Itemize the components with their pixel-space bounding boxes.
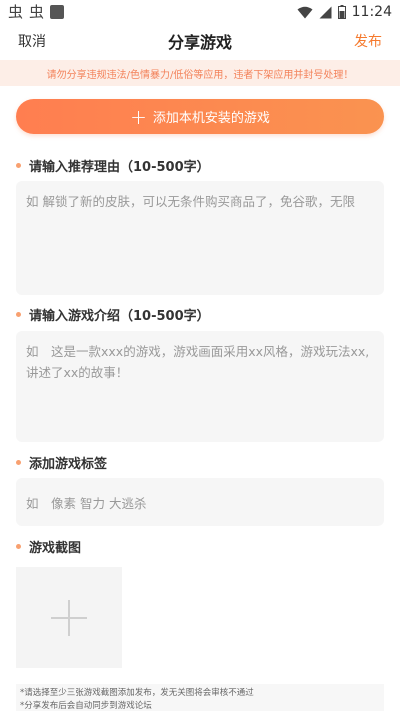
status-bar-right: 11:24 bbox=[297, 4, 392, 20]
notification-icon: 虫 bbox=[29, 2, 45, 21]
intro-placeholder: 如 这是一款xxx的游戏，游戏画面采用xx风格，游戏玩法xx,讲述了xx的故事！ bbox=[26, 344, 370, 380]
publish-button[interactable]: 发布 bbox=[354, 31, 382, 51]
add-screenshot-button[interactable] bbox=[16, 567, 122, 668]
screenshots-section-label: 游戏截图 bbox=[16, 537, 81, 556]
reason-textarea[interactable]: 如 解锁了新的皮肤，可以无条件购买商品了，免谷歌，无限 bbox=[16, 181, 384, 295]
tags-label-text: 添加游戏标签 bbox=[29, 457, 108, 472]
status-bar: 虫 虫 11:24 bbox=[0, 0, 400, 24]
tags-input[interactable]: 如 像素 智力 大逃杀 bbox=[16, 478, 384, 526]
bullet-dot-icon bbox=[16, 460, 21, 465]
intro-textarea[interactable]: 如 这是一款xxx的游戏，游戏画面采用xx风格，游戏玩法xx,讲述了xx的故事！ bbox=[16, 331, 384, 442]
bullet-dot-icon bbox=[16, 544, 21, 549]
battery-icon bbox=[337, 5, 346, 19]
screenshot-notes: *请选择至少三张游戏截图添加发布，发无关图将会审核不通过 *分享发布后会自动同步… bbox=[16, 684, 384, 711]
plus-icon: + bbox=[130, 104, 147, 129]
add-installed-game-button[interactable]: + 添加本机安装的游戏 bbox=[16, 99, 384, 134]
bullet-dot-icon bbox=[16, 163, 21, 168]
add-game-button-label: 添加本机安装的游戏 bbox=[152, 111, 270, 126]
page-title: 分享游戏 bbox=[167, 33, 232, 52]
cellular-signal-icon bbox=[319, 6, 332, 18]
reason-placeholder: 如 解锁了新的皮肤，可以无条件购买商品了，免谷歌，无限 bbox=[26, 194, 355, 209]
reason-section-label: 请输入推荐理由（10-500字） bbox=[16, 156, 210, 175]
plus-icon bbox=[51, 599, 87, 636]
bullet-dot-icon bbox=[16, 312, 21, 317]
reason-label-text: 请输入推荐理由（10-500字） bbox=[29, 160, 210, 175]
status-time: 11:24 bbox=[351, 4, 392, 20]
cancel-button[interactable]: 取消 bbox=[18, 31, 46, 51]
tags-section-label: 添加游戏标签 bbox=[16, 453, 107, 472]
status-bar-left: 虫 虫 bbox=[8, 2, 65, 21]
nav-bar: 取消 分享游戏 发布 bbox=[0, 24, 400, 58]
note-line: *请选择至少三张游戏截图添加发布，发无关图将会审核不通过 bbox=[20, 688, 254, 698]
wifi-icon bbox=[297, 6, 313, 18]
notification-icon: 虫 bbox=[8, 2, 24, 21]
tags-placeholder: 如 像素 智力 大逃杀 bbox=[26, 495, 147, 511]
intro-label-text: 请输入游戏介绍（10-500字） bbox=[29, 309, 210, 324]
intro-section-label: 请输入游戏介绍（10-500字） bbox=[16, 305, 210, 324]
screenshots-label-text: 游戏截图 bbox=[29, 541, 82, 556]
warning-banner: 请勿分享违规违法/色情暴力/低俗等应用，违者下架应用并封号处理！ bbox=[0, 60, 400, 86]
app-notification-icon bbox=[50, 5, 65, 19]
note-line: *分享发布后会自动同步到游戏论坛 bbox=[20, 701, 152, 711]
